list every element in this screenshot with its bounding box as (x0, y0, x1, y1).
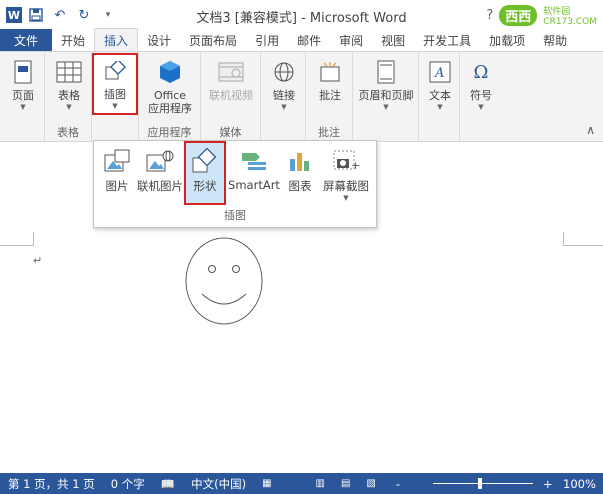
web-layout-icon[interactable]: ▧ (358, 478, 383, 489)
group-header-footer: 页眉和页脚 ▼ (353, 52, 419, 142)
tab-design[interactable]: 设计 (138, 29, 180, 51)
group-pages: 页面 ▼ (0, 52, 45, 142)
smartart-item[interactable]: SmartArt (228, 147, 280, 203)
page-icon (9, 58, 37, 86)
smiley-shape[interactable] (184, 236, 264, 326)
tab-insert[interactable]: 插入 (94, 28, 139, 51)
illustrations-dropdown: 图片 联机图片 形状 SmartArt 图表 + 屏幕截图 ▼ 插图 (93, 140, 377, 228)
online-picture-icon (145, 147, 175, 175)
illustrations-button[interactable]: 插图 ▼ (92, 53, 138, 115)
margin-corner-left (0, 232, 34, 246)
symbol-button[interactable]: Ω 符号 ▼ (461, 56, 501, 124)
page-count[interactable]: 第 1 页，共 1 页 (0, 476, 103, 492)
site-logo: ? 西西 软件园 CR173.COM (486, 4, 597, 27)
group-links: 链接 ▼ (261, 52, 306, 142)
read-mode-icon[interactable]: ▥ (308, 478, 333, 489)
office-store-icon (156, 58, 184, 86)
zoom-slider-thumb[interactable] (478, 478, 482, 489)
smartart-icon (239, 147, 269, 175)
video-icon (217, 58, 245, 86)
group-label-tables: 表格 (57, 126, 79, 139)
chevron-down-icon: ▼ (383, 103, 389, 111)
paragraph-mark-icon: ↵ (33, 254, 43, 267)
help-icon[interactable]: ? (486, 8, 493, 23)
svg-text:+: + (351, 159, 360, 172)
group-media: 联机视频 媒体 (201, 52, 261, 142)
collapse-ribbon-icon[interactable]: ∧ (586, 123, 595, 137)
table-icon (55, 58, 83, 86)
status-bar: 第 1 页，共 1 页 0 个字 📖 中文(中国) ▦ ▥ ▤ ▧ - + 10… (0, 473, 603, 494)
shapes-icon (190, 147, 220, 175)
illustrations-icon (101, 57, 129, 85)
tab-layout[interactable]: 页面布局 (180, 29, 246, 51)
tab-file[interactable]: 文件 (0, 29, 52, 51)
table-button[interactable]: 表格 ▼ (49, 56, 89, 124)
link-button[interactable]: 链接 ▼ (264, 56, 304, 124)
site-logo-sub: 软件园 CR173.COM (543, 7, 597, 27)
ribbon-tabs: 文件 开始 插入 设计 页面布局 引用 邮件 审阅 视图 开发工具 加载项 帮助 (0, 28, 603, 52)
group-label-media: 媒体 (219, 126, 242, 139)
header-footer-button[interactable]: 页眉和页脚 ▼ (356, 56, 416, 124)
office-apps-button[interactable]: Office 应用程序 (147, 56, 193, 124)
svg-text:A: A (434, 66, 444, 81)
tab-review[interactable]: 审阅 (330, 29, 372, 51)
site-logo-text: 西西 (499, 5, 538, 26)
group-text: A 文本 ▼ (419, 52, 460, 142)
screenshot-item[interactable]: + 屏幕截图 ▼ (320, 147, 372, 203)
tab-references[interactable]: 引用 (246, 29, 288, 51)
group-tables: 表格 ▼ 表格 (45, 52, 92, 142)
tab-addins[interactable]: 加载项 (480, 29, 534, 51)
comment-icon (316, 58, 344, 86)
text-icon: A (426, 58, 454, 86)
tab-home[interactable]: 开始 (52, 29, 94, 51)
group-apps: Office 应用程序 应用程序 (139, 52, 201, 142)
chevron-down-icon: ▼ (281, 103, 287, 111)
zoom-out-button[interactable]: - (388, 477, 408, 491)
tab-help[interactable]: 帮助 (534, 29, 576, 51)
group-illustrations: 插图 ▼ (92, 52, 139, 142)
zoom-level[interactable]: 100% (555, 477, 603, 491)
tab-mailings[interactable]: 邮件 (288, 29, 330, 51)
group-label-comments: 批注 (318, 126, 340, 139)
dropdown-group-label: 插图 (224, 209, 246, 222)
picture-icon (102, 147, 132, 175)
chevron-down-icon: ▼ (437, 103, 443, 111)
pictures-item[interactable]: 图片 (100, 147, 134, 203)
language-indicator[interactable]: 中文(中国) (183, 476, 254, 492)
online-video-button[interactable]: 联机视频 (206, 56, 256, 124)
chart-item[interactable]: 图表 (284, 147, 316, 203)
group-symbols: Ω 符号 ▼ (460, 52, 501, 142)
title-bar: W ↶ ↻ ▾ 文档3 [兼容模式] - Microsoft Word ? 西西… (0, 0, 603, 30)
group-comments: 批注 批注 (306, 52, 353, 142)
omega-icon: Ω (473, 61, 489, 83)
page-button[interactable]: 页面 ▼ (3, 56, 43, 124)
word-count[interactable]: 0 个字 (103, 476, 153, 492)
screenshot-icon: + (331, 147, 361, 175)
chevron-down-icon: ▼ (66, 103, 72, 111)
text-button[interactable]: A 文本 ▼ (420, 56, 460, 124)
shapes-item[interactable]: 形状 (184, 141, 226, 205)
print-layout-icon[interactable]: ▤ (333, 478, 358, 489)
macro-icon[interactable]: ▦ (254, 478, 279, 489)
chart-icon (285, 147, 315, 175)
header-footer-icon (372, 58, 400, 86)
group-label-apps: 应用程序 (147, 126, 192, 139)
comment-button[interactable]: 批注 (310, 56, 350, 124)
chevron-down-icon: ▼ (478, 103, 484, 111)
tab-developer[interactable]: 开发工具 (414, 29, 480, 51)
zoom-slider[interactable] (433, 483, 533, 484)
chevron-down-icon: ▼ (112, 102, 118, 110)
link-icon (270, 58, 298, 86)
chevron-down-icon: ▼ (343, 194, 349, 202)
tab-view[interactable]: 视图 (372, 29, 414, 51)
proofing-icon[interactable]: 📖 (153, 477, 183, 491)
ribbon: 页面 ▼ 表格 ▼ 表格 插图 ▼ Office 应用程序 应用程序 联机视频 … (0, 52, 603, 142)
margin-corner-right (563, 232, 603, 246)
chevron-down-icon: ▼ (20, 103, 26, 111)
online-pictures-item[interactable]: 联机图片 (136, 147, 184, 203)
